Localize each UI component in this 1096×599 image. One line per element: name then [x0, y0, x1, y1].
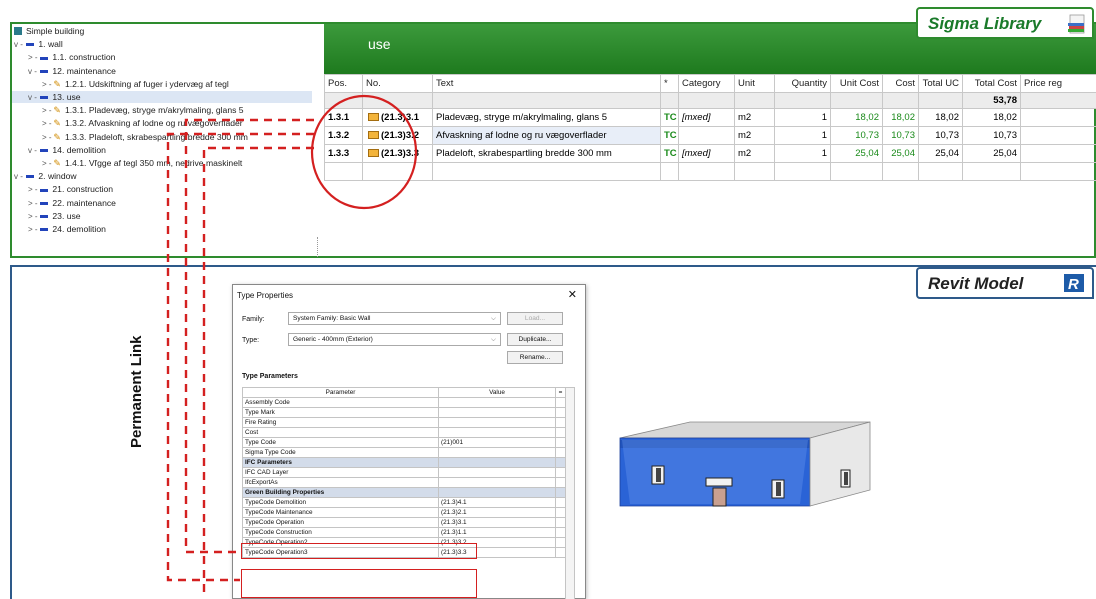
link-line-3 — [202, 146, 314, 592]
grid-highlight-circle — [310, 94, 418, 210]
link-line-2 — [166, 132, 314, 582]
link-overlay — [166, 94, 418, 592]
composite-figure: Simple building v - 1. wall > - 1.1. const… — [0, 0, 1096, 599]
